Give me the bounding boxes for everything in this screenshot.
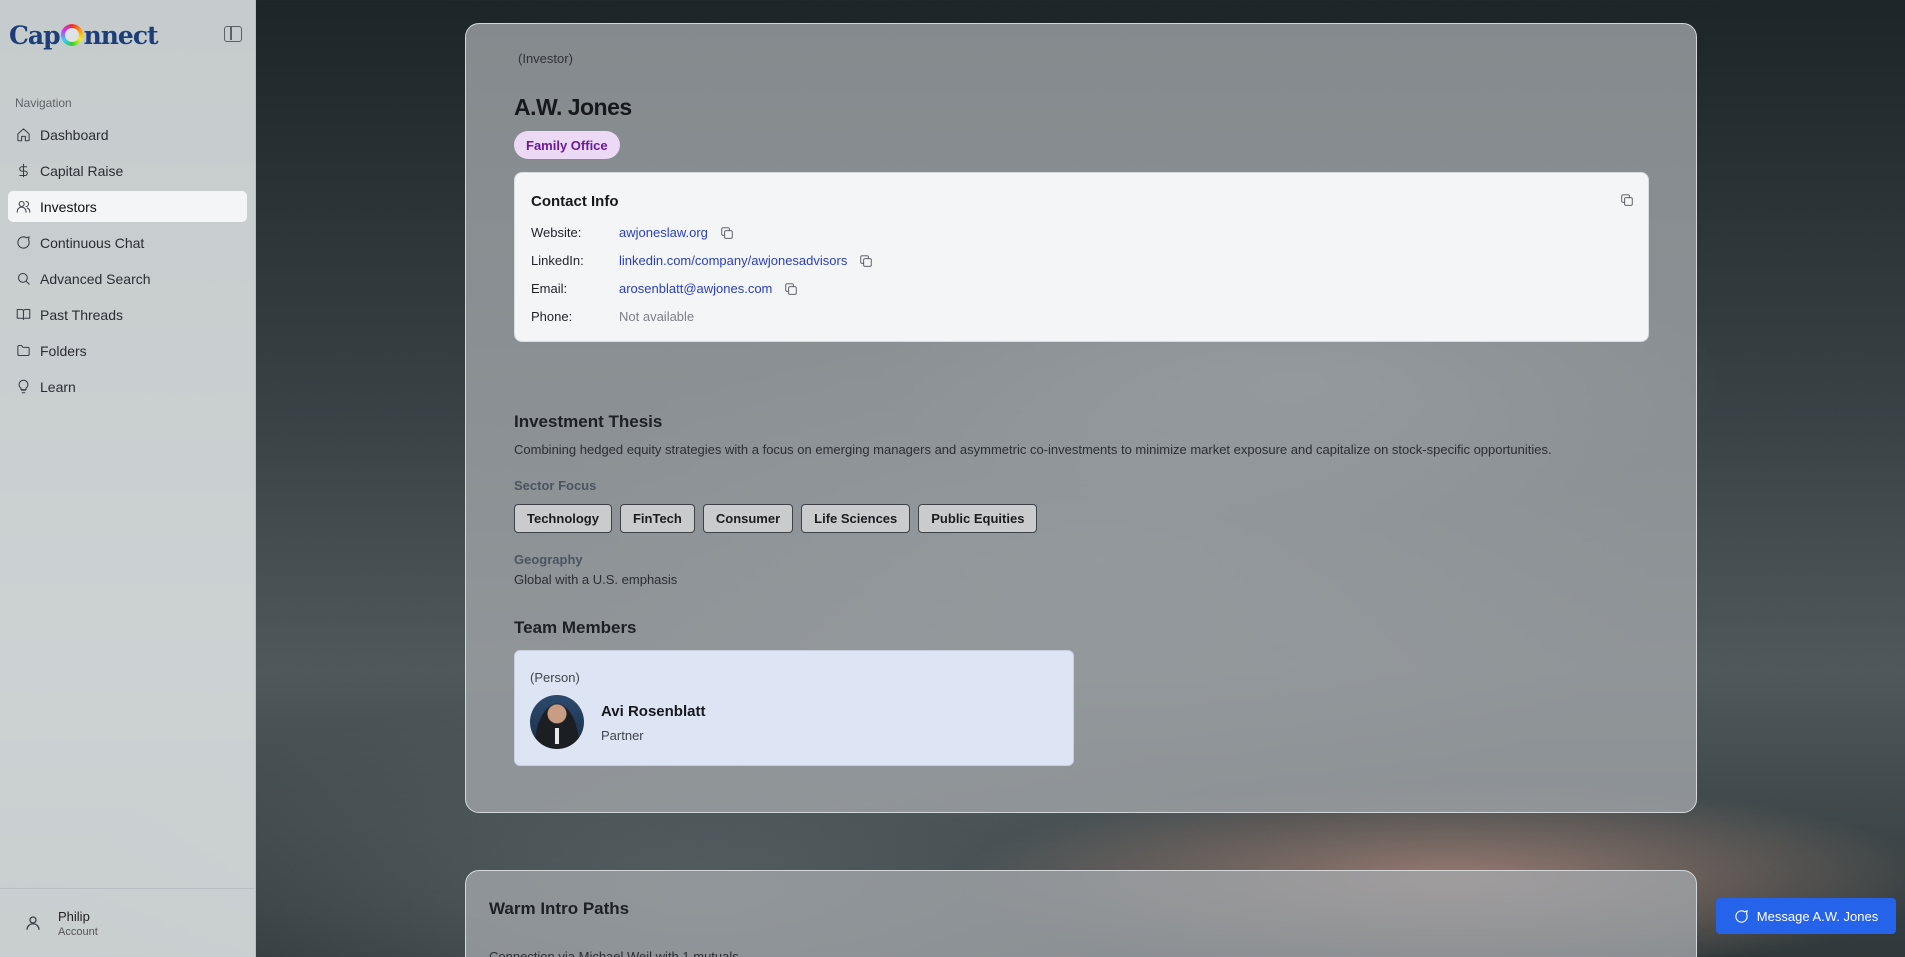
sidebar-item-label: Past Threads xyxy=(40,306,124,323)
sidebar-item-learn[interactable]: Learn xyxy=(8,371,247,402)
sector-tag[interactable]: Technology xyxy=(514,504,612,533)
avatar xyxy=(530,695,584,749)
contact-row-linkedin: LinkedIn: linkedin.com/company/awjonesad… xyxy=(531,253,873,268)
geography-value: Global with a U.S. emphasis xyxy=(514,572,678,587)
account-menu[interactable]: Philip Account xyxy=(0,888,256,957)
home-icon xyxy=(17,128,30,142)
geography-label: Geography xyxy=(514,552,583,567)
warm-intro-connection[interactable]: Connection via Michael Weil with 1 mutua… xyxy=(489,949,739,957)
message-button-label: Message A.W. Jones xyxy=(1756,908,1879,924)
team-member-card[interactable]: (Person) Avi Rosenblatt Partner xyxy=(514,650,1074,766)
linkedin-label: LinkedIn: xyxy=(531,253,584,268)
user-icon xyxy=(26,916,40,930)
sidebar-item-label: Folders xyxy=(40,342,87,359)
email-link[interactable]: arosenblatt@awjones.com xyxy=(619,281,772,296)
member-role: Partner xyxy=(601,728,644,743)
warm-intro-title: Warm Intro Paths xyxy=(489,899,630,918)
contact-row-email: Email: arosenblatt@awjones.com xyxy=(531,281,798,296)
lightbulb-icon xyxy=(18,379,29,394)
sector-tag[interactable]: Public Equities xyxy=(918,504,1038,533)
sector-tag[interactable]: Consumer xyxy=(702,504,794,533)
nav-heading: Navigation xyxy=(15,96,72,110)
sidebar-item-label: Dashboard xyxy=(40,126,109,143)
chat-icon xyxy=(1735,909,1748,923)
sidebar-item-label: Advanced Search xyxy=(40,270,151,287)
warm-intro-paths-card: Warm Intro Paths Connection via Michael … xyxy=(465,870,1697,957)
logo-ring-icon xyxy=(61,24,83,46)
contact-row-website: Website: awjoneslaw.org xyxy=(531,225,734,240)
sector-focus-label: Sector Focus xyxy=(514,478,597,493)
capconnect-logo[interactable]: Cap nnect xyxy=(9,18,159,52)
contact-info-title: Contact Info xyxy=(531,193,619,210)
copy-website-icon[interactable] xyxy=(720,226,734,240)
linkedin-link[interactable]: linkedin.com/company/awjonesadvisors xyxy=(619,253,847,268)
investor-type-badge: Family Office xyxy=(514,131,620,159)
sidebar-item-label: Capital Raise xyxy=(40,162,124,179)
investment-thesis-text: Combining hedged equity strategies with … xyxy=(514,442,1552,457)
copy-all-icon[interactable] xyxy=(1620,193,1634,207)
website-link[interactable]: awjoneslaw.org xyxy=(619,225,708,240)
user-name: Philip xyxy=(58,908,90,924)
user-account-label: Account xyxy=(58,925,98,938)
email-label: Email: xyxy=(531,281,568,296)
sector-tag[interactable]: FinTech xyxy=(619,504,695,533)
book-icon xyxy=(16,308,31,321)
phone-label: Phone: xyxy=(531,309,573,324)
copy-email-icon[interactable] xyxy=(784,282,798,296)
contact-info-panel: Contact Info Website: awjoneslaw.org Lin… xyxy=(514,172,1649,342)
investor-name: A.W. Jones xyxy=(514,94,632,120)
chat-icon xyxy=(17,236,30,249)
sidebar-toggle-icon[interactable] xyxy=(224,26,242,42)
sidebar-item-advanced-search[interactable]: Advanced Search xyxy=(8,263,247,294)
contact-row-phone: Phone: Not available xyxy=(531,309,694,324)
sidebar-item-label: Continuous Chat xyxy=(40,234,145,251)
sidebar-item-continuous-chat[interactable]: Continuous Chat xyxy=(8,227,247,258)
sidebar-item-label: Investors xyxy=(40,198,97,215)
copy-linkedin-icon[interactable] xyxy=(859,254,873,268)
website-label: Website: xyxy=(531,225,582,240)
entity-kind: (Investor) xyxy=(518,51,573,66)
investment-thesis-title: Investment Thesis xyxy=(514,412,663,431)
sidebar-item-capital-raise[interactable]: Capital Raise xyxy=(8,155,247,186)
search-icon xyxy=(17,272,30,285)
dollar-icon xyxy=(19,163,28,178)
sidebar-item-investors[interactable]: Investors xyxy=(8,191,247,222)
member-kind: (Person) xyxy=(530,670,580,685)
message-investor-button[interactable]: Message A.W. Jones xyxy=(1716,898,1896,934)
investor-profile-card: (Investor) A.W. Jones Family Office Cont… xyxy=(465,23,1697,813)
sidebar-item-past-threads[interactable]: Past Threads xyxy=(8,299,247,330)
sidebar: Cap nnect Navigation Dashboard Capital Ra… xyxy=(0,0,256,957)
phone-value: Not available xyxy=(619,309,695,324)
sidebar-item-dashboard[interactable]: Dashboard xyxy=(8,119,247,150)
member-name: Avi Rosenblatt xyxy=(601,703,706,720)
folder-icon xyxy=(17,344,30,357)
sidebar-nav: Dashboard Capital Raise Investors Contin… xyxy=(8,119,247,407)
sector-tag[interactable]: Life Sciences xyxy=(801,504,911,533)
team-members-title: Team Members xyxy=(514,618,637,637)
users-icon xyxy=(16,200,31,213)
sidebar-item-folders[interactable]: Folders xyxy=(8,335,247,366)
sector-tags: Technology FinTech Consumer Life Science… xyxy=(514,504,1045,533)
sidebar-item-label: Learn xyxy=(40,378,76,395)
